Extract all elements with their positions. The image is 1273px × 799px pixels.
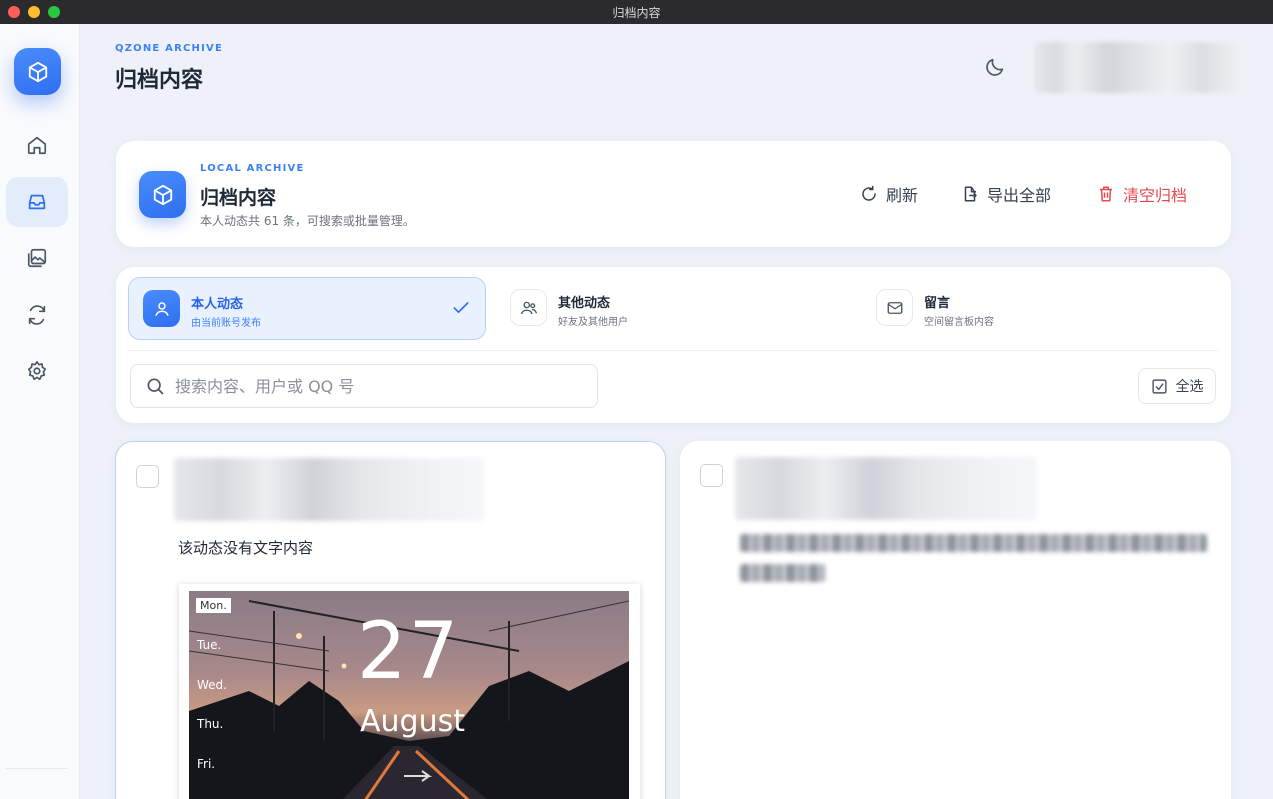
user-profile[interactable] <box>1034 42 1244 93</box>
image-icon <box>27 248 47 268</box>
sidebar-item-settings[interactable] <box>6 346 68 396</box>
tab-messages-sub: 空间留言板内容 <box>924 317 994 328</box>
user-icon <box>154 301 169 316</box>
tab-other-icon-badge <box>510 289 547 326</box>
search-input[interactable] <box>175 376 575 396</box>
post-text-blurred <box>740 534 1207 552</box>
search-icon <box>147 378 164 395</box>
minimize-window-button[interactable] <box>28 6 40 18</box>
tab-messages[interactable]: 留言 空间留言板内容 <box>862 277 1220 340</box>
post-checkbox[interactable] <box>136 465 159 488</box>
sidebar-item-gallery[interactable] <box>6 233 68 283</box>
page-title: 归档内容 <box>115 68 204 93</box>
page-eyebrow: QZONE ARCHIVE <box>115 43 223 54</box>
filter-divider <box>128 350 1219 351</box>
clear-archive-button[interactable]: 清空归档 <box>1097 182 1187 206</box>
users-icon <box>520 301 537 314</box>
post-card[interactable] <box>680 441 1231 799</box>
mail-icon <box>887 301 902 314</box>
post-text-blurred <box>740 564 825 582</box>
sidebar-item-archive[interactable] <box>6 177 68 227</box>
zoom-window-button[interactable] <box>48 6 60 18</box>
cube-icon <box>153 184 172 205</box>
select-all-button[interactable]: 全选 <box>1138 368 1216 404</box>
post-photo: Mon. Tue. Wed. Thu. Fri. 27 August <box>189 591 629 799</box>
sidebar <box>0 24 80 799</box>
window-titlebar: 归档内容 <box>0 0 1273 24</box>
tab-own-posts[interactable]: 本人动态 由当前账号发布 <box>128 277 486 340</box>
trash-icon <box>1100 186 1112 202</box>
post-author-avatar <box>174 458 484 521</box>
archive-eyebrow: LOCAL ARCHIVE <box>200 163 305 174</box>
tab-own-sub: 由当前账号发布 <box>191 318 261 329</box>
export-icon <box>964 186 977 202</box>
tab-messages-icon-badge <box>876 289 913 326</box>
check-icon <box>453 302 469 314</box>
cube-icon <box>28 61 47 82</box>
search-box[interactable] <box>130 364 598 408</box>
sidebar-item-home[interactable] <box>6 120 68 170</box>
sync-icon <box>28 305 46 325</box>
tab-messages-label: 留言 <box>924 296 951 311</box>
photo-month: August <box>360 704 465 739</box>
archive-title: 归档内容 <box>200 187 277 209</box>
clear-archive-label: 清空归档 <box>1123 186 1188 205</box>
post-text: 该动态没有文字内容 <box>178 539 314 557</box>
archive-subtitle: 本人动态共 61 条，可搜索或批量管理。 <box>200 214 415 228</box>
refresh-icon <box>862 185 876 201</box>
window-controls <box>8 6 60 18</box>
moon-icon <box>986 58 1004 76</box>
post-card[interactable]: 该动态没有文字内容 Mon. Tue. Wed. Thu. Fri. 27 Au… <box>115 441 666 799</box>
tab-own-label: 本人动态 <box>191 297 244 312</box>
close-window-button[interactable] <box>8 6 20 18</box>
export-all-button[interactable]: 导出全部 <box>961 182 1051 206</box>
post-checkbox[interactable] <box>700 464 723 487</box>
select-all-label: 全选 <box>1175 379 1204 395</box>
photo-date: 27 <box>357 607 461 697</box>
photo-weekday-mon: Mon. <box>196 598 231 613</box>
sidebar-item-sync[interactable] <box>6 290 68 340</box>
gear-icon <box>27 361 47 381</box>
post-image[interactable]: Mon. Tue. Wed. Thu. Fri. 27 August <box>179 584 640 799</box>
refresh-label: 刷新 <box>886 186 919 205</box>
tab-other-sub: 好友及其他用户 <box>558 317 628 328</box>
sidebar-divider <box>6 768 68 769</box>
inbox-icon <box>28 194 46 210</box>
photo-weekday: Thu. <box>197 717 224 731</box>
home-icon <box>27 136 47 155</box>
tab-own-icon-badge <box>143 290 180 327</box>
app-logo[interactable] <box>14 48 61 95</box>
photo-weekday: Wed. <box>197 678 227 692</box>
photo-weekday: Fri. <box>197 757 216 771</box>
post-author-avatar <box>735 457 1037 520</box>
theme-toggle-button[interactable] <box>984 56 1006 78</box>
export-all-label: 导出全部 <box>987 186 1052 205</box>
archive-icon-badge <box>139 171 186 218</box>
filter-card: 本人动态 由当前账号发布 其他动态 好友及其他用户 留言 空间留言板内容 全选 <box>116 267 1231 423</box>
window-title: 归档内容 <box>612 5 661 20</box>
refresh-button[interactable]: 刷新 <box>860 182 918 206</box>
checkbox-icon <box>1151 378 1167 394</box>
photo-weekday: Tue. <box>197 638 222 652</box>
tab-other-label: 其他动态 <box>558 296 611 311</box>
tab-other-posts[interactable]: 其他动态 好友及其他用户 <box>496 277 854 340</box>
archive-header-card: LOCAL ARCHIVE 归档内容 本人动态共 61 条，可搜索或批量管理。 … <box>116 141 1231 247</box>
